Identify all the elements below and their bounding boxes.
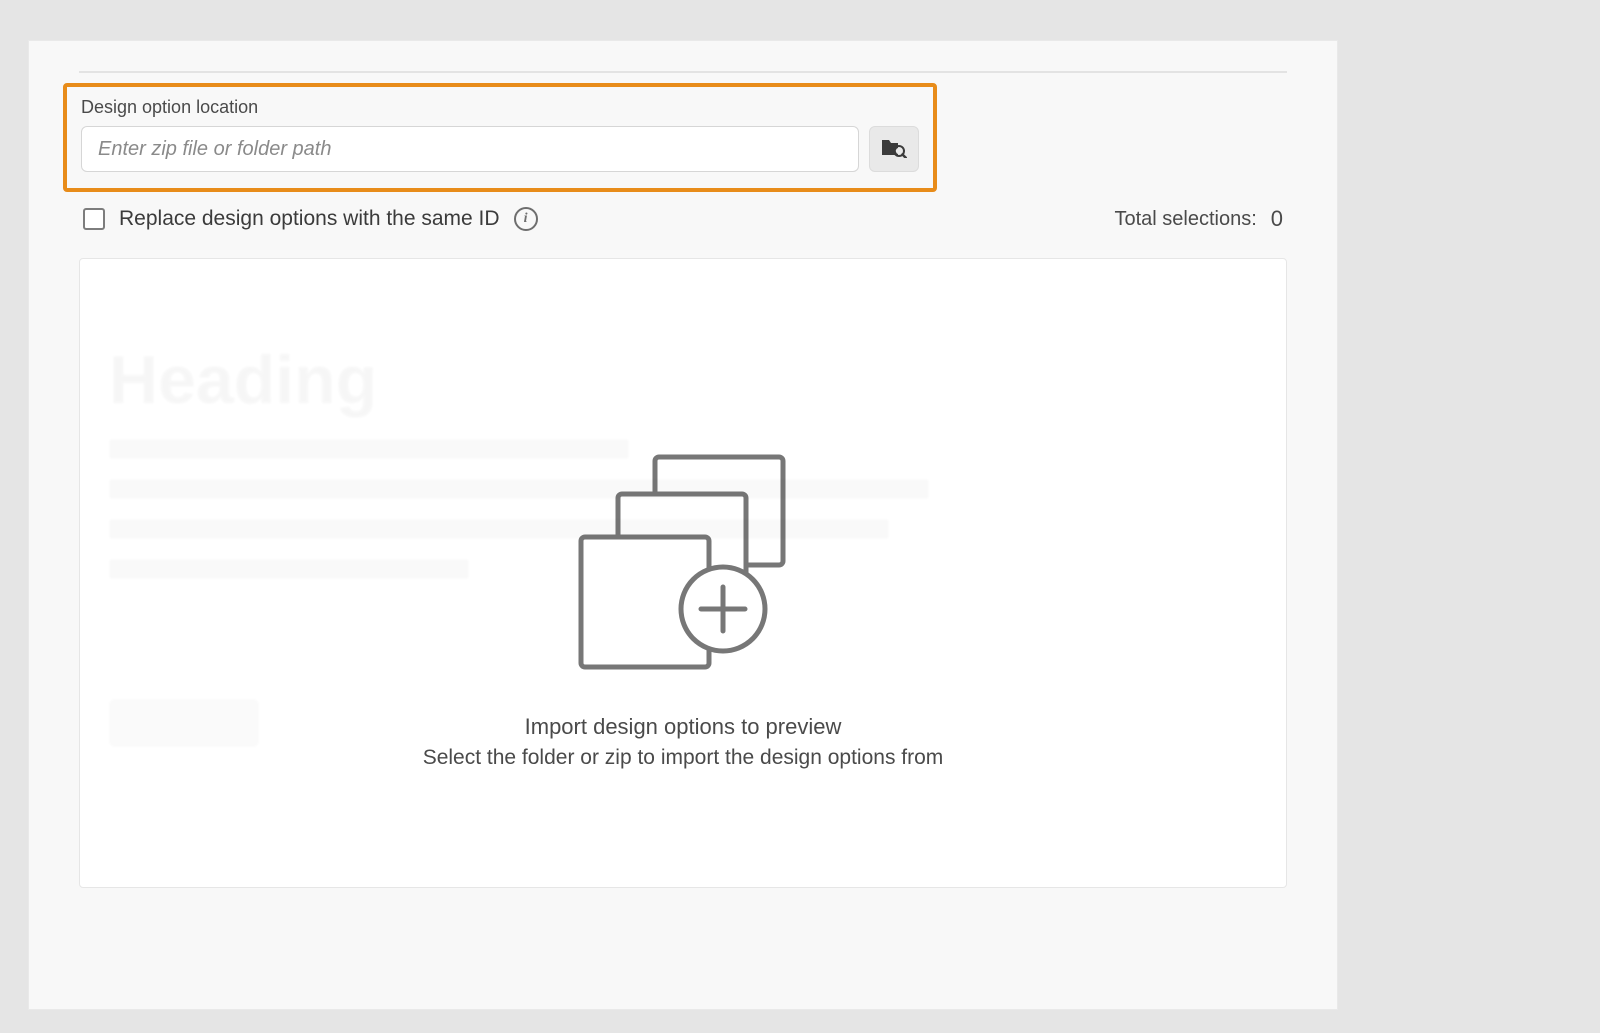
design-options-preview-area: Import design options to preview Select …: [79, 258, 1287, 888]
design-option-location-row: [81, 126, 919, 172]
replace-design-options-label: Replace design options with the same ID: [119, 207, 500, 231]
info-icon[interactable]: i: [514, 207, 538, 231]
empty-state-icon: [563, 449, 803, 684]
browse-folder-button[interactable]: [869, 126, 919, 172]
design-option-path-input[interactable]: [81, 126, 859, 172]
replace-option-group: Replace design options with the same ID …: [83, 207, 538, 231]
replace-design-options-checkbox[interactable]: [83, 208, 105, 230]
empty-state-subtitle: Select the folder or zip to import the d…: [423, 746, 944, 770]
total-selections-value: 0: [1271, 206, 1283, 232]
panel-divider: [79, 71, 1287, 73]
design-option-location-label: Design option location: [81, 97, 919, 118]
folder-search-icon: [881, 136, 907, 163]
import-design-options-panel: Heading Design option location: [28, 40, 1338, 1010]
total-selections-label: Total selections:: [1114, 208, 1256, 231]
total-selections: Total selections: 0: [1114, 206, 1283, 232]
design-option-location-section: Design option location: [63, 83, 937, 192]
empty-state-title: Import design options to preview: [525, 714, 842, 740]
options-row: Replace design options with the same ID …: [79, 206, 1287, 232]
